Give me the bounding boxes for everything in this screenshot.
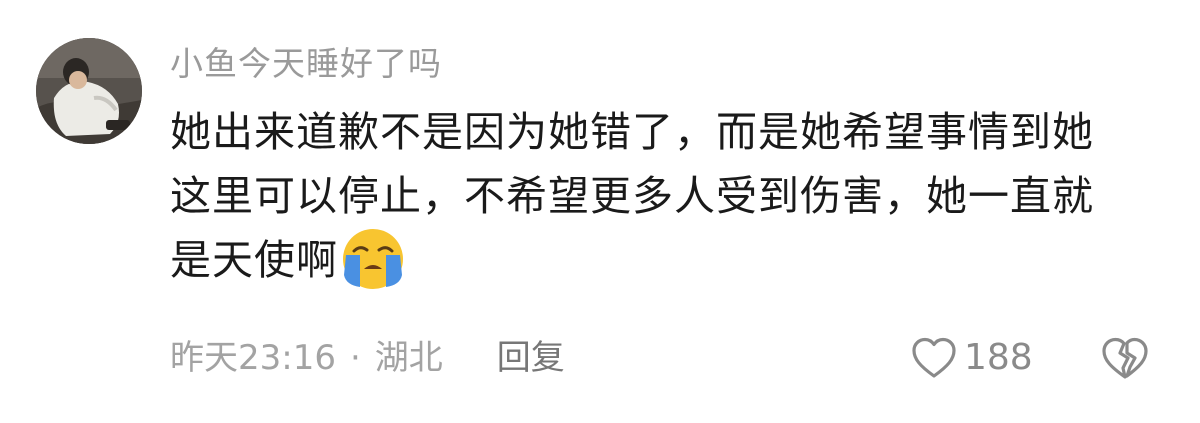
reply-button[interactable]: 回复	[497, 332, 565, 384]
like-count: 188	[964, 337, 1033, 378]
meta-separator: ·	[349, 338, 361, 378]
like-button[interactable]: 188	[910, 332, 1033, 384]
comment-time: 昨天23:16	[170, 338, 336, 378]
broken-heart-outline-icon[interactable]	[1100, 334, 1150, 382]
heart-outline-icon	[912, 337, 956, 378]
comment-item: 小鱼今天睡好了吗 她出来道歉不是因为她错了，而是她希望事情到她 这里可以停止，不…	[0, 0, 1200, 423]
loudly-crying-face-icon	[343, 229, 403, 289]
comment-line-text: 是天使啊	[170, 236, 338, 284]
comment-line: 这里可以停止，不希望更多人受到伤害，她一直就	[170, 172, 1094, 220]
comment-meta: 昨天23:16 · 湖北 回复	[170, 332, 565, 384]
comment-line: 她出来道歉不是因为她错了，而是她希望事情到她	[170, 108, 1094, 156]
avatar[interactable]	[36, 38, 142, 144]
comment-content: 她出来道歉不是因为她错了，而是她希望事情到她 这里可以停止，不希望更多人受到伤害…	[170, 100, 1160, 292]
avatar-image	[36, 38, 142, 144]
comment-location: 湖北	[374, 338, 443, 378]
comment-line: 是天使啊	[170, 228, 1160, 292]
username[interactable]: 小鱼今天睡好了吗	[170, 38, 442, 90]
